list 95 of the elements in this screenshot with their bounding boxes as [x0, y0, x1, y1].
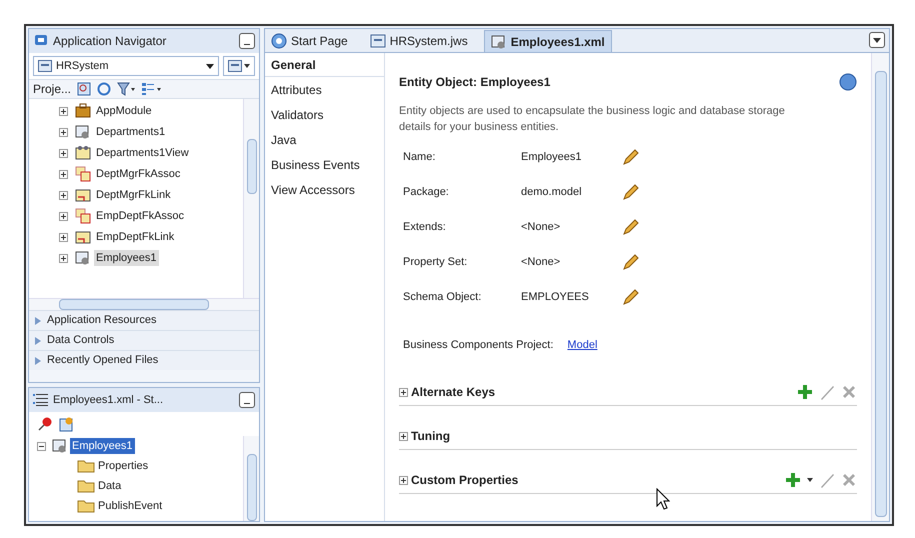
link-icon: [75, 229, 91, 245]
property-value: EMPLOYEES: [521, 290, 590, 305]
workspace-icon: [228, 60, 242, 72]
panel-title: Application Navigator: [53, 33, 166, 50]
property-label: Extends:: [403, 220, 447, 235]
accordion-header[interactable]: Recently Opened Files: [29, 350, 259, 370]
horizontal-scrollbar[interactable]: [29, 298, 259, 310]
tree-item[interactable]: Departments1: [94, 124, 168, 140]
minimize-button[interactable]: [239, 392, 255, 408]
expand-icon: [399, 476, 408, 484]
model-link[interactable]: Model: [567, 337, 598, 354]
workspace-icon: [38, 60, 52, 72]
expand-icon: [399, 388, 408, 396]
tree-item[interactable]: AppModule: [94, 102, 154, 120]
section-header[interactable]: Custom Properties: [399, 471, 518, 489]
expand-icon[interactable]: [59, 190, 68, 200]
expand-icon[interactable]: [59, 232, 68, 242]
editor-tab[interactable]: Employees1.xml: [484, 30, 612, 52]
add-icon[interactable]: [797, 384, 813, 400]
expand-icon[interactable]: [59, 254, 68, 262]
accordion-header[interactable]: Data Controls: [29, 330, 259, 350]
filter-icon[interactable]: [117, 82, 136, 96]
add-icon[interactable]: [785, 472, 801, 488]
application-menu-button[interactable]: [223, 56, 255, 76]
association-icon: [75, 166, 91, 182]
minimize-button[interactable]: [239, 33, 255, 49]
property-value: demo.model: [521, 184, 583, 200]
expand-icon[interactable]: [59, 106, 68, 116]
tree-item[interactable]: EmpDeptFkLink: [94, 228, 176, 246]
tree-item[interactable]: DeptMgrFkLink: [94, 186, 173, 204]
mouse-cursor-icon: [656, 488, 670, 510]
application-dropdown[interactable]: HRSystem: [33, 56, 219, 76]
projects-header[interactable]: Proje...: [33, 80, 72, 98]
table-icon: [75, 145, 91, 161]
heading: Entity Object: Employees1: [399, 74, 550, 91]
property-value: Employees1: [521, 150, 583, 165]
expand-icon: [399, 432, 408, 440]
expand-arrow-icon: [35, 356, 41, 364]
dropdown-arrow-icon: [873, 38, 881, 42]
section-header[interactable]: Alternate Keys: [399, 383, 496, 401]
structure-icon: [33, 393, 49, 407]
property-value: <None>: [521, 220, 562, 235]
tree-item[interactable]: DeptMgrFkAssoc: [94, 166, 182, 182]
panel-title: Employees1.xml - St...: [53, 392, 164, 408]
briefcase-icon: [75, 103, 91, 119]
dropdown-arrow-icon: [206, 64, 214, 68]
editor-tab[interactable]: Start Page: [265, 30, 354, 52]
entity-icon: [75, 124, 91, 140]
expand-arrow-icon: [35, 336, 41, 344]
expand-icon[interactable]: [59, 170, 68, 178]
dropdown-arrow-icon: [244, 64, 250, 68]
link-icon: [75, 187, 91, 203]
editor-nav-item[interactable]: Business Events: [265, 152, 384, 177]
pin-icon[interactable]: [37, 416, 53, 432]
entity-icon: [75, 250, 91, 266]
editor-nav-item[interactable]: Java: [265, 127, 384, 152]
collapse-icon[interactable]: [37, 442, 46, 450]
section-header[interactable]: Tuning: [399, 427, 450, 445]
vertical-scrollbar[interactable]: [243, 436, 259, 521]
accordion-header[interactable]: Application Resources: [29, 310, 259, 330]
entity-icon: [490, 34, 507, 50]
association-icon: [75, 208, 91, 224]
vertical-scrollbar[interactable]: [871, 53, 889, 521]
editor-nav-item[interactable]: Validators: [265, 102, 384, 127]
folder-icon: [77, 479, 95, 493]
folder-icon: [77, 499, 95, 513]
property-label: Schema Object:: [403, 290, 482, 305]
tab-list-button[interactable]: [869, 32, 885, 48]
expand-icon[interactable]: [59, 212, 68, 220]
options-icon[interactable]: [141, 82, 162, 96]
tree-item[interactable]: Properties: [98, 458, 148, 474]
expand-icon[interactable]: [59, 148, 68, 158]
editor-tab[interactable]: HRSystem.jws: [364, 30, 474, 52]
tree-item[interactable]: Departments1View: [94, 144, 191, 162]
editor-nav-item[interactable]: View Accessors: [265, 177, 384, 202]
editor-nav-item[interactable]: Attributes: [265, 77, 384, 102]
vertical-scrollbar[interactable]: [243, 99, 259, 298]
tree-item[interactable]: Employees1: [94, 250, 159, 266]
tree-item[interactable]: EmpDeptFkAssoc: [94, 208, 186, 224]
expand-icon[interactable]: [59, 128, 68, 136]
entity-icon: [52, 438, 68, 454]
tree-item[interactable]: Employees1: [70, 438, 135, 454]
project-label: Business Components Project:: [403, 338, 554, 353]
expand-arrow-icon: [35, 316, 41, 324]
application-icon: [370, 33, 386, 49]
property-label: Property Set:: [403, 254, 468, 270]
document-icon[interactable]: [59, 416, 75, 432]
folder-icon: [77, 459, 95, 473]
property-value: <None>: [521, 254, 562, 270]
property-label: Name:: [403, 150, 436, 165]
tree-item[interactable]: PublishEvent: [98, 498, 162, 514]
tree-item[interactable]: Data: [98, 478, 122, 494]
dropdown-arrow-icon[interactable]: [807, 478, 813, 482]
description: Entity objects are used to encapsulate the business logic and database storage details for your business entities.: [399, 104, 786, 135]
property-label: Package:: [403, 184, 450, 200]
